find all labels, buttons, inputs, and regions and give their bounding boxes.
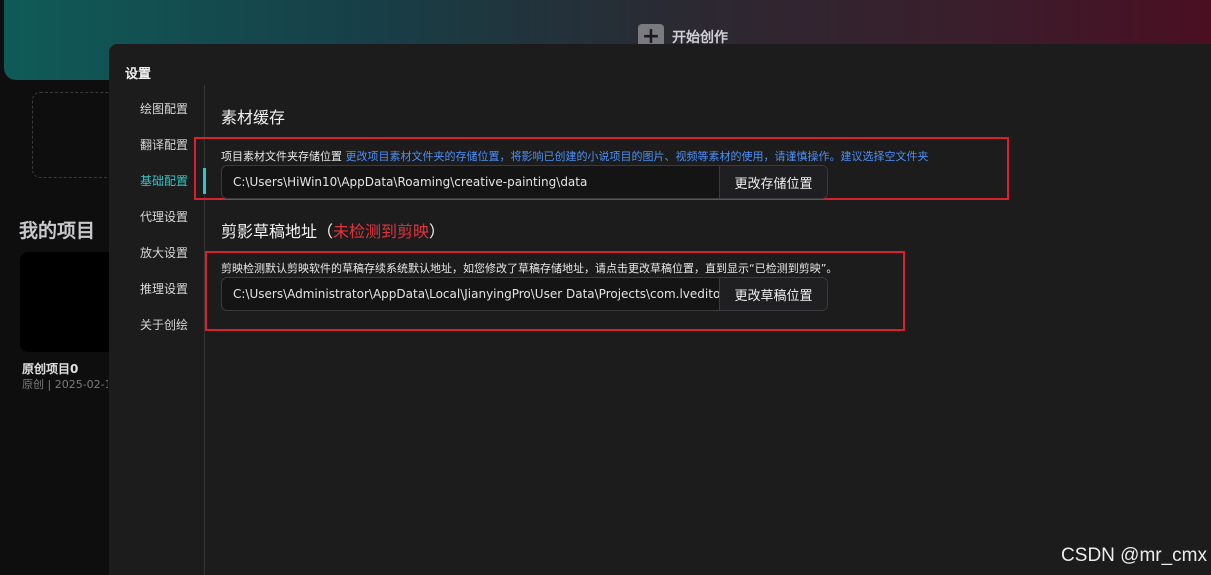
draft-status: 未检测到剪映 — [333, 222, 430, 241]
draft-path-row: C:\Users\Administrator\AppData\Local\Jia… — [221, 277, 828, 311]
my-projects-title: 我的项目 — [19, 220, 96, 242]
change-storage-location-button[interactable]: 更改存储位置 — [720, 166, 827, 198]
material-path-field[interactable]: C:\Users\HiWin10\AppData\Roaming\creativ… — [222, 166, 720, 198]
nav-item-inference[interactable]: 推理设置 — [109, 270, 205, 306]
watermark: CSDN @mr_cmx — [1061, 545, 1207, 566]
settings-dialog: 设置 绘图配置 翻译配置 基础配置 代理设置 放大设置 推理设置 关于创绘 素材… — [109, 44, 1211, 575]
settings-sidebar: 绘图配置 翻译配置 基础配置 代理设置 放大设置 推理设置 关于创绘 — [109, 90, 206, 342]
nav-item-basic[interactable]: 基础配置 — [109, 162, 206, 198]
material-cache-title: 素材缓存 — [221, 108, 286, 127]
material-folder-label: 项目素材文件夹存储位置 — [221, 150, 342, 163]
material-folder-note: 更改项目素材文件夹的存储位置，将影响已创建的小说项目的图片、视频等素材的使用，请… — [345, 150, 929, 163]
project-thumbnail[interactable] — [20, 252, 120, 352]
draft-status-open: （ — [317, 222, 334, 241]
nav-item-proxy[interactable]: 代理设置 — [109, 198, 205, 234]
material-folder-hint: 项目素材文件夹存储位置 更改项目素材文件夹的存储位置，将影响已创建的小说项目的图… — [221, 148, 929, 164]
draft-hint: 剪映检测默认剪映软件的草稿存续系统默认地址，如您修改了草稿存储地址，请点击更改草… — [221, 262, 838, 275]
draft-address-title: 剪影草稿地址（未检测到剪映） — [221, 218, 445, 242]
material-path-row: C:\Users\HiWin10\AppData\Roaming\creativ… — [221, 165, 828, 199]
dialog-title: 设置 — [125, 67, 152, 82]
draft-address-label: 剪影草稿地址 — [221, 222, 318, 241]
project-name: 原创项目0 — [22, 362, 79, 376]
draft-status-close: ） — [429, 222, 446, 241]
nav-item-about[interactable]: 关于创绘 — [109, 306, 205, 342]
project-meta: 原创 | 2025-02-1 — [22, 378, 108, 391]
draft-path-field[interactable]: C:\Users\Administrator\AppData\Local\Jia… — [222, 278, 720, 310]
nav-item-drawing[interactable]: 绘图配置 — [109, 90, 205, 126]
change-draft-location-button[interactable]: 更改草稿位置 — [720, 278, 827, 310]
nav-item-upscale[interactable]: 放大设置 — [109, 234, 205, 270]
nav-item-translation[interactable]: 翻译配置 — [109, 126, 205, 162]
